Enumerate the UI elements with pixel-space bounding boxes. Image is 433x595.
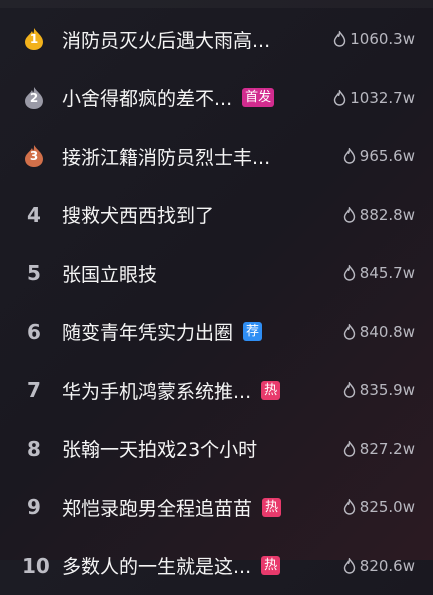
- tag-badge: 荐: [243, 322, 262, 341]
- rank-number: 10: [22, 554, 46, 578]
- item-title[interactable]: 消防员灭火后遇大雨高...: [62, 26, 270, 53]
- item-title[interactable]: 郑恺录跑男全程追苗苗: [62, 494, 252, 521]
- heat-value-group: 835.9w: [343, 381, 415, 399]
- tag-badge: 热: [261, 381, 280, 400]
- rank-indicator: 8: [22, 437, 46, 461]
- item-title[interactable]: 接浙江籍消防员烈士丰...: [62, 143, 270, 170]
- heat-value: 825.0w: [360, 498, 415, 516]
- heat-value-group: 1060.3w: [333, 30, 415, 48]
- flame-outline-icon: [343, 265, 356, 281]
- rank-indicator: 7: [22, 378, 46, 402]
- item-title[interactable]: 张翰一天拍戏23个小时: [62, 435, 257, 462]
- heat-value: 835.9w: [360, 381, 415, 399]
- rank-indicator: 9: [22, 495, 46, 519]
- flame-outline-icon: [333, 90, 346, 106]
- flame-outline-icon: [343, 441, 356, 457]
- rank-indicator: 6: [22, 320, 46, 344]
- item-title[interactable]: 小舍得都疯的差不...: [62, 84, 232, 111]
- item-title[interactable]: 搜救犬西西找到了: [62, 201, 214, 228]
- heat-value-group: 965.6w: [343, 147, 415, 165]
- rank-indicator: 1: [22, 27, 46, 51]
- heat-value-group: 825.0w: [343, 498, 415, 516]
- heat-value-group: 820.6w: [343, 557, 415, 575]
- heat-value: 827.2w: [360, 440, 415, 458]
- item-title-group[interactable]: 多数人的一生就是这... 热: [62, 552, 280, 579]
- hot-search-list: 1 消防员灭火后遇大雨高... 1060.3w 2 小舍得都疯的差不... 首发 1032.…: [0, 10, 433, 595]
- item-title-group[interactable]: 张翰一天拍戏23个小时: [62, 435, 257, 462]
- top-edge: [0, 0, 433, 8]
- heat-value-group: 827.2w: [343, 440, 415, 458]
- heat-value: 840.8w: [360, 323, 415, 341]
- flame-outline-icon: [343, 148, 356, 164]
- heat-value-group: 840.8w: [343, 323, 415, 341]
- list-item[interactable]: 3 接浙江籍消防员烈士丰... 965.6w: [0, 127, 433, 186]
- heat-value: 845.7w: [360, 264, 415, 282]
- rank-number: 6: [22, 320, 46, 344]
- list-item[interactable]: 9 郑恺录跑男全程追苗苗热 825.0w: [0, 478, 433, 537]
- rank-indicator: 3: [22, 144, 46, 168]
- item-title-group[interactable]: 随变青年凭实力出圈荐: [62, 318, 262, 345]
- item-title-group[interactable]: 小舍得都疯的差不... 首发: [62, 84, 274, 111]
- heat-value: 1032.7w: [350, 89, 415, 107]
- item-title-group[interactable]: 消防员灭火后遇大雨高...: [62, 26, 270, 53]
- tag-badge: 热: [262, 498, 281, 517]
- item-title[interactable]: 张国立眼技: [62, 260, 157, 287]
- item-title[interactable]: 华为手机鸿蒙系统推...: [62, 377, 251, 404]
- item-title-group[interactable]: 郑恺录跑男全程追苗苗热: [62, 494, 281, 521]
- list-item[interactable]: 10 多数人的一生就是这... 热 820.6w: [0, 537, 433, 595]
- heat-value-group: 845.7w: [343, 264, 415, 282]
- tag-badge: 热: [261, 556, 280, 575]
- heat-value: 882.8w: [360, 206, 415, 224]
- rank-indicator: 2: [22, 86, 46, 110]
- heat-value-group: 1032.7w: [333, 89, 415, 107]
- heat-value: 1060.3w: [350, 30, 415, 48]
- rank-number: 3: [22, 149, 46, 163]
- list-item[interactable]: 5 张国立眼技 845.7w: [0, 244, 433, 303]
- rank-number: 5: [22, 261, 46, 285]
- rank-indicator: 5: [22, 261, 46, 285]
- flame-outline-icon: [343, 558, 356, 574]
- flame-outline-icon: [343, 499, 356, 515]
- list-item[interactable]: 4 搜救犬西西找到了 882.8w: [0, 186, 433, 245]
- medal-icon: 1: [22, 27, 46, 51]
- list-item[interactable]: 2 小舍得都疯的差不... 首发 1032.7w: [0, 69, 433, 128]
- flame-outline-icon: [343, 324, 356, 340]
- item-title[interactable]: 多数人的一生就是这...: [62, 552, 251, 579]
- tag-badge: 首发: [242, 88, 274, 107]
- list-item[interactable]: 1 消防员灭火后遇大雨高... 1060.3w: [0, 10, 433, 69]
- heat-value-group: 882.8w: [343, 206, 415, 224]
- rank-number: 4: [22, 203, 46, 227]
- list-item[interactable]: 6 随变青年凭实力出圈荐 840.8w: [0, 303, 433, 362]
- list-item[interactable]: 8 张翰一天拍戏23个小时 827.2w: [0, 420, 433, 479]
- rank-number: 8: [22, 437, 46, 461]
- flame-outline-icon: [343, 207, 356, 223]
- list-item[interactable]: 7 华为手机鸿蒙系统推... 热 835.9w: [0, 361, 433, 420]
- flame-outline-icon: [343, 382, 356, 398]
- medal-icon: 3: [22, 144, 46, 168]
- item-title[interactable]: 随变青年凭实力出圈: [62, 318, 233, 345]
- item-title-group[interactable]: 华为手机鸿蒙系统推... 热: [62, 377, 280, 404]
- rank-number: 7: [22, 378, 46, 402]
- rank-number: 9: [22, 495, 46, 519]
- heat-value: 820.6w: [360, 557, 415, 575]
- rank-indicator: 10: [22, 554, 46, 578]
- rank-number: 2: [22, 91, 46, 105]
- item-title-group[interactable]: 接浙江籍消防员烈士丰...: [62, 143, 270, 170]
- heat-value: 965.6w: [360, 147, 415, 165]
- item-title-group[interactable]: 搜救犬西西找到了: [62, 201, 214, 228]
- medal-icon: 2: [22, 86, 46, 110]
- rank-number: 1: [22, 32, 46, 46]
- flame-outline-icon: [333, 31, 346, 47]
- rank-indicator: 4: [22, 203, 46, 227]
- item-title-group[interactable]: 张国立眼技: [62, 260, 157, 287]
